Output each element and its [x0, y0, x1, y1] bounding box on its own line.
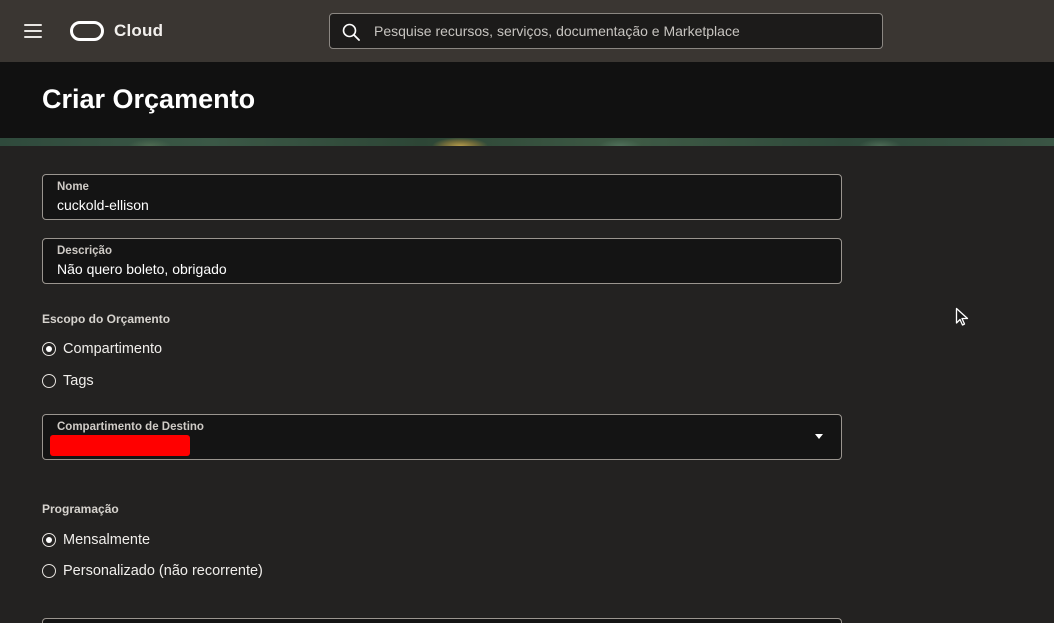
mouse-cursor-icon — [955, 307, 969, 326]
page-title: Criar Orçamento — [42, 84, 256, 114]
scope-radio-tags[interactable]: Tags — [42, 371, 94, 391]
next-field-partial[interactable] — [42, 618, 842, 623]
schedule-radio-custom-label: Personalizado (não recorrente) — [63, 563, 263, 579]
name-field[interactable]: Nome cuckold-ellison — [42, 174, 842, 220]
top-navigation-bar: Cloud — [0, 0, 1054, 62]
description-field-label: Descrição — [57, 245, 112, 257]
description-field-value[interactable]: Não quero boleto, obrigado — [57, 261, 227, 277]
radio-checked-icon[interactable] — [42, 533, 56, 547]
schedule-radio-monthly-label: Mensalmente — [63, 532, 151, 548]
brand-name[interactable]: Cloud — [114, 21, 163, 41]
radio-unchecked-icon[interactable] — [42, 564, 56, 578]
search-input[interactable] — [374, 20, 864, 42]
schedule-radio-monthly[interactable]: Mensalmente — [42, 530, 150, 550]
oracle-logo-icon[interactable] — [70, 21, 104, 41]
scope-radio-compartment[interactable]: Compartimento — [42, 339, 162, 359]
radio-unchecked-icon[interactable] — [42, 374, 56, 388]
name-field-label: Nome — [57, 181, 89, 193]
hamburger-menu-icon[interactable] — [24, 24, 42, 38]
search-box[interactable] — [329, 13, 883, 49]
name-field-value[interactable]: cuckold-ellison — [57, 197, 149, 213]
schedule-radio-custom[interactable]: Personalizado (não recorrente) — [42, 561, 263, 581]
chevron-down-icon[interactable] — [815, 434, 823, 439]
target-compartment-label: Compartimento de Destino — [57, 421, 204, 433]
radio-checked-icon[interactable] — [42, 342, 56, 356]
decorative-pattern-strip — [0, 138, 1054, 146]
search-icon — [342, 23, 360, 41]
description-field[interactable]: Descrição Não quero boleto, obrigado — [42, 238, 842, 284]
redacted-value — [50, 435, 190, 456]
scope-radio-compartment-label: Compartimento — [63, 341, 163, 357]
scope-section-label: Escopo do Orçamento — [42, 312, 171, 326]
schedule-section-label: Programação — [42, 502, 119, 516]
target-compartment-select[interactable]: Compartimento de Destino — [42, 414, 842, 460]
scope-radio-tags-label: Tags — [63, 373, 94, 389]
